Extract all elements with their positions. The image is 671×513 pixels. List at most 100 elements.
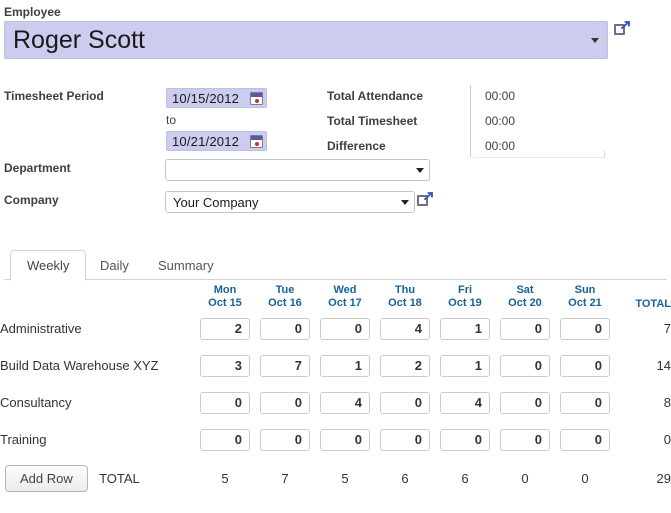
hours-input[interactable]: 0	[500, 354, 550, 377]
calendar-icon[interactable]	[250, 91, 263, 105]
hours-input[interactable]: 0	[260, 317, 310, 340]
hours-cell[interactable]: 4	[315, 384, 375, 421]
hours-cell[interactable]: 0	[555, 384, 615, 421]
hours-input[interactable]: 0	[380, 428, 430, 451]
hours-input[interactable]: 0	[320, 317, 370, 340]
header-dow: Tue	[275, 284, 295, 296]
hours-cell[interactable]: 3	[195, 347, 255, 384]
header-day-thu: Thu Oct 18	[375, 284, 435, 310]
footer-day-total: 6	[401, 470, 409, 486]
hours-cell[interactable]: 0	[495, 384, 555, 421]
row-total: 0	[663, 432, 671, 447]
company-external-link-icon[interactable]	[417, 192, 433, 207]
hours-cell[interactable]: 7	[255, 347, 315, 384]
header-date: Oct 15	[208, 297, 242, 309]
header-spacer	[0, 284, 195, 310]
header-dow: Fri	[457, 284, 473, 296]
footer-day-total: 5	[221, 470, 229, 486]
hours-cell[interactable]: 0	[495, 310, 555, 347]
hours-cell[interactable]: 0	[375, 421, 435, 458]
date-to-field[interactable]: 10/21/2012	[166, 131, 267, 151]
header-dow: Wed	[333, 284, 357, 296]
header-dow: Mon	[213, 284, 237, 296]
hours-input[interactable]: 1	[440, 317, 490, 340]
footer-total-label: TOTAL	[99, 470, 140, 486]
hours-cell[interactable]: 0	[195, 421, 255, 458]
difference-value: 00:00	[485, 139, 516, 153]
hours-input[interactable]: 0	[260, 428, 310, 451]
hours-input[interactable]: 0	[200, 391, 250, 414]
hours-cell[interactable]: 0	[555, 310, 615, 347]
total-timesheet-label: Total Timesheet	[327, 114, 418, 128]
hours-input[interactable]: 0	[380, 391, 430, 414]
hours-input[interactable]: 2	[380, 354, 430, 377]
row-total: 14	[656, 358, 671, 373]
date-from-field[interactable]: 10/15/2012	[166, 88, 267, 108]
row-label: Build Data Warehouse XYZ	[0, 358, 159, 373]
date-range-separator: to	[166, 113, 177, 127]
hours-cell[interactable]: 0	[495, 347, 555, 384]
hours-cell[interactable]: 0	[315, 310, 375, 347]
table-row: Consultancy 0 0 4 0 4 0 0 8	[0, 384, 671, 421]
hours-cell[interactable]: 0	[555, 421, 615, 458]
add-row-button[interactable]: Add Row	[5, 464, 88, 492]
header-total: TOTAL	[635, 298, 671, 310]
hours-input[interactable]: 0	[200, 428, 250, 451]
date-from-value: 10/15/2012	[172, 90, 240, 106]
hours-cell[interactable]: 0	[255, 384, 315, 421]
hours-cell[interactable]: 0	[435, 421, 495, 458]
table-header-row: Mon Oct 15 Tue Oct 16 Wed Oct 17 Thu Oct…	[0, 284, 671, 310]
hours-input[interactable]: 0	[440, 428, 490, 451]
total-timesheet-value: 00:00	[485, 114, 516, 128]
hours-input[interactable]: 0	[560, 391, 610, 414]
table-row: Training 0 0 0 0 0 0 0 0	[0, 421, 671, 458]
hours-input[interactable]: 0	[560, 317, 610, 340]
employee-select[interactable]: Roger Scott	[4, 21, 608, 59]
hours-input[interactable]: 4	[440, 391, 490, 414]
hours-cell[interactable]: 1	[315, 347, 375, 384]
hours-cell[interactable]: 1	[435, 310, 495, 347]
hours-input[interactable]: 1	[440, 354, 490, 377]
hours-cell[interactable]: 2	[195, 310, 255, 347]
hours-cell[interactable]: 1	[435, 347, 495, 384]
external-link-arrow	[423, 192, 433, 201]
hours-input[interactable]: 0	[560, 428, 610, 451]
hours-cell[interactable]: 4	[375, 310, 435, 347]
tab-weekly[interactable]: Weekly	[10, 250, 87, 281]
department-label: Department	[4, 161, 71, 175]
hours-cell[interactable]: 0	[315, 421, 375, 458]
hours-input[interactable]: 0	[260, 391, 310, 414]
hours-cell[interactable]: 2	[375, 347, 435, 384]
employee-label: Employee	[4, 5, 61, 19]
table-foot: Add Row TOTAL 5 7 5 6 6 0 0 29	[0, 458, 671, 498]
total-attendance-value: 00:00	[485, 89, 516, 103]
employee-external-link-icon[interactable]	[614, 21, 630, 36]
hours-cell[interactable]: 0	[375, 384, 435, 421]
row-label: Administrative	[0, 321, 82, 336]
hours-input[interactable]: 0	[320, 428, 370, 451]
employee-selected-value: Roger Scott	[13, 27, 146, 53]
footer-day-total: 0	[521, 470, 529, 486]
hours-input[interactable]: 4	[380, 317, 430, 340]
hours-input[interactable]: 7	[260, 354, 310, 377]
hours-input[interactable]: 0	[500, 391, 550, 414]
hours-cell[interactable]: 0	[195, 384, 255, 421]
hours-cell[interactable]: 0	[555, 347, 615, 384]
calendar-icon[interactable]	[250, 134, 263, 148]
hours-input[interactable]: 0	[560, 354, 610, 377]
hours-input[interactable]: 1	[320, 354, 370, 377]
hours-input[interactable]: 4	[320, 391, 370, 414]
hours-input[interactable]: 0	[500, 428, 550, 451]
hours-cell[interactable]: 0	[255, 310, 315, 347]
hours-input[interactable]: 2	[200, 317, 250, 340]
tab-summary[interactable]: Summary	[142, 250, 230, 280]
tab-daily[interactable]: Daily	[84, 250, 145, 280]
hours-cell[interactable]: 4	[435, 384, 495, 421]
footer-day-total: 6	[461, 470, 469, 486]
hours-input[interactable]: 3	[200, 354, 250, 377]
hours-input[interactable]: 0	[500, 317, 550, 340]
hours-cell[interactable]: 0	[255, 421, 315, 458]
department-select[interactable]	[165, 159, 430, 181]
company-select[interactable]: Your Company	[165, 191, 415, 213]
hours-cell[interactable]: 0	[495, 421, 555, 458]
